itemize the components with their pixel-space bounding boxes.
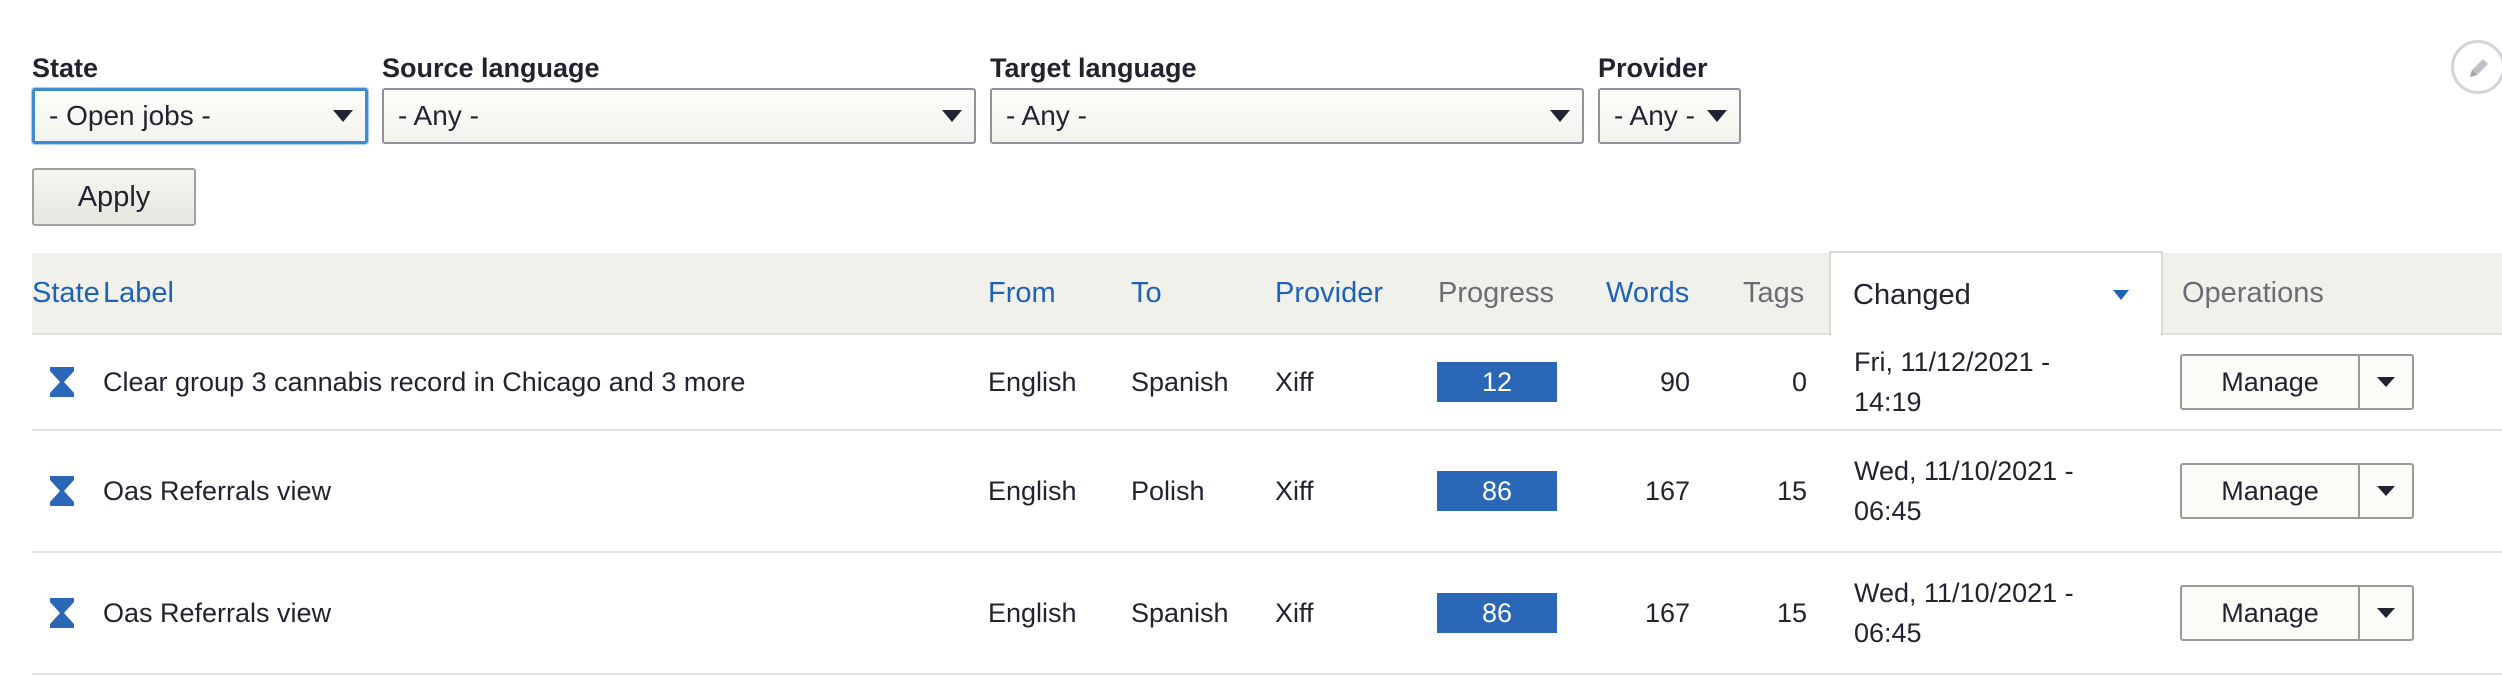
provider-select-value: - Any -	[1614, 100, 1695, 131]
row-provider: Xiff	[1275, 475, 1314, 506]
header-to[interactable]: To	[1131, 253, 1162, 333]
source-language-select-value: - Any -	[398, 100, 479, 131]
row-progress: 12	[1437, 335, 1557, 429]
table-row: Oas Referrals view English Polish Xiff 8…	[32, 431, 2502, 553]
row-operations: Manage	[2180, 553, 2414, 673]
translation-jobs-page: State - Open jobs - Source language - An…	[0, 0, 2502, 676]
pencil-icon[interactable]	[2451, 40, 2502, 94]
chevron-down-icon	[1550, 110, 1570, 122]
progress-bar: 86	[1437, 593, 1557, 633]
chevron-down-icon	[333, 110, 353, 122]
chevron-down-icon	[2377, 377, 2395, 387]
row-operations: Manage	[2180, 431, 2414, 551]
hourglass-icon	[48, 431, 76, 551]
row-progress: 86	[1437, 553, 1557, 673]
header-words[interactable]: Words	[1606, 253, 1689, 333]
manage-button[interactable]: Manage	[2182, 356, 2360, 408]
header-operations: Operations	[2182, 277, 2324, 309]
row-operations: Manage	[2180, 335, 2414, 429]
row-words: 167	[1644, 597, 1690, 628]
header-tags: Tags	[1743, 277, 1805, 309]
provider-filter: Provider - Any -	[1598, 48, 1741, 144]
operations-dropbutton: Manage	[2180, 585, 2414, 641]
chevron-down-icon	[2377, 486, 2395, 496]
operations-dropbutton: Manage	[2180, 354, 2414, 410]
provider-select[interactable]: - Any -	[1598, 88, 1741, 144]
apply-button[interactable]: Apply	[32, 168, 196, 226]
provider-filter-label: Provider	[1598, 53, 1708, 83]
row-from: English	[988, 366, 1077, 397]
filter-form: State - Open jobs - Source language - An…	[32, 48, 1755, 144]
header-progress: Progress	[1438, 277, 1555, 309]
source-language-filter: Source language - Any -	[382, 48, 976, 144]
row-progress: 86	[1437, 431, 1557, 551]
progress-bar: 86	[1437, 471, 1557, 511]
row-label: Oas Referrals view	[103, 597, 332, 628]
progress-bar: 12	[1437, 362, 1557, 402]
row-changed: Fri, 11/12/2021 - 14:19	[1854, 347, 2051, 417]
table-row: Oas Referrals view English Spanish Xiff …	[32, 553, 2502, 675]
table-row: Clear group 3 cannabis record in Chicago…	[32, 335, 2502, 431]
row-to: Polish	[1131, 475, 1205, 506]
row-words: 90	[1659, 366, 1690, 397]
source-language-select[interactable]: - Any -	[382, 88, 976, 144]
header-state[interactable]: State	[32, 253, 100, 333]
operations-toggle[interactable]	[2360, 356, 2412, 408]
header-changed[interactable]: Changed	[1829, 251, 2163, 335]
target-language-filter-label: Target language	[990, 53, 1197, 83]
operations-dropbutton: Manage	[2180, 463, 2414, 519]
header-from[interactable]: From	[988, 253, 1056, 333]
row-tags: 15	[1776, 475, 1807, 506]
table-header: State Label From To Provider Progress Wo…	[32, 251, 2502, 335]
target-language-select[interactable]: - Any -	[990, 88, 1584, 144]
chevron-down-icon	[942, 110, 962, 122]
manage-button[interactable]: Manage	[2182, 587, 2360, 639]
row-words: 167	[1644, 475, 1690, 506]
manage-button[interactable]: Manage	[2182, 465, 2360, 517]
state-select[interactable]: - Open jobs -	[32, 88, 368, 144]
row-provider: Xiff	[1275, 366, 1314, 397]
target-language-select-value: - Any -	[1006, 100, 1087, 131]
row-changed: Wed, 11/10/2021 - 06:45	[1854, 578, 2074, 648]
state-filter: State - Open jobs -	[32, 48, 368, 144]
source-language-filter-label: Source language	[382, 53, 600, 83]
row-label: Oas Referrals view	[103, 475, 332, 506]
row-provider: Xiff	[1275, 597, 1314, 628]
chevron-down-icon	[1707, 110, 1727, 122]
header-label[interactable]: Label	[103, 253, 174, 333]
row-tags: 0	[1791, 366, 1807, 397]
state-select-value: - Open jobs -	[49, 100, 211, 131]
state-filter-label: State	[32, 53, 99, 83]
hourglass-icon	[48, 553, 76, 673]
target-language-filter: Target language - Any -	[990, 48, 1584, 144]
row-to: Spanish	[1131, 597, 1229, 628]
operations-toggle[interactable]	[2360, 587, 2412, 639]
header-changed-label: Changed	[1853, 279, 1971, 311]
row-label: Clear group 3 cannabis record in Chicago…	[103, 366, 746, 397]
row-from: English	[988, 475, 1077, 506]
row-to: Spanish	[1131, 366, 1229, 397]
jobs-table: State Label From To Provider Progress Wo…	[32, 251, 2502, 675]
operations-toggle[interactable]	[2360, 465, 2412, 517]
row-from: English	[988, 597, 1077, 628]
row-changed: Wed, 11/10/2021 - 06:45	[1854, 456, 2074, 526]
header-provider[interactable]: Provider	[1275, 253, 1383, 333]
sort-desc-icon	[2113, 290, 2129, 300]
row-tags: 15	[1776, 597, 1807, 628]
chevron-down-icon	[2377, 608, 2395, 618]
hourglass-icon	[48, 335, 76, 429]
